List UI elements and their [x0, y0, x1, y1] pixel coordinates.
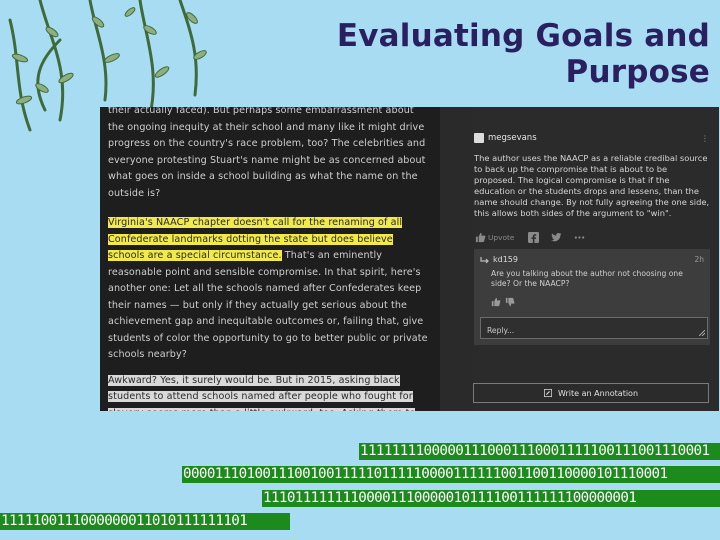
reply-card: kd159 2h Are you talking about the autho… [474, 248, 710, 346]
reply-input-box [480, 317, 708, 341]
upvote-label[interactable]: Upvote [488, 233, 514, 242]
annotation-menu[interactable]: ⋮ [701, 134, 709, 143]
facebook-icon[interactable] [528, 232, 540, 244]
write-annotation-button[interactable]: Write an Annotation [473, 383, 709, 403]
twitter-icon[interactable] [551, 232, 562, 243]
slide-title: Evaluating Goals and Purpose [336, 18, 710, 90]
binary-band: 1111100111000000011010111111101 [0, 513, 290, 530]
thumbs-up-icon[interactable] [491, 297, 501, 307]
gutter [440, 107, 473, 411]
article-paragraph: Virginia's NAACP chapter doesn't call fo… [108, 215, 432, 364]
annotation-username[interactable]: megsevans [488, 133, 537, 143]
annotation-actions: Upvote [475, 231, 711, 245]
binary-band: 1111111100000111000111000111110011100111… [359, 443, 720, 460]
article-panel: their actually faced). But perhaps some … [100, 107, 440, 411]
reply-text: Are you talking about the author not cho… [491, 268, 683, 288]
thumbs-down-icon[interactable] [505, 297, 515, 307]
reply-input[interactable] [481, 320, 707, 341]
annotation-text: The author uses the NAACP as a reliable … [474, 153, 710, 219]
pencil-icon [543, 389, 552, 397]
annotation-header: megsevans ⋮ [473, 129, 711, 147]
write-annotation-label: Write an Annotation [557, 388, 639, 398]
binary-band: 0000111010011100100111110111110000111111… [182, 466, 720, 483]
highlighted-annotation[interactable]: Awkward? Yes, it surely would be. But in… [108, 374, 416, 411]
annotation-sidebar: megsevans ⋮ The author uses the NAACP as… [473, 107, 719, 411]
reply-header: kd159 2h [480, 253, 710, 267]
resize-handle-icon[interactable] [699, 330, 705, 337]
reply-arrow-icon [480, 256, 489, 263]
more-icon[interactable] [574, 232, 585, 243]
reply-votes [491, 297, 710, 309]
thumbs-up-icon[interactable] [475, 232, 486, 243]
reply-timestamp: 2h [694, 255, 704, 265]
binary-band: 1110111111110000111000001011110011111110… [262, 490, 720, 507]
annotation-screenshot: their actually faced). But perhaps some … [100, 107, 719, 411]
article-paragraph: Awkward? Yes, it surely would be. But in… [108, 373, 432, 411]
article-paragraph: their actually faced). But perhaps some … [108, 107, 426, 199]
article-text: That's an eminently reasonable point and… [108, 250, 428, 360]
reply-username[interactable]: kd159 [493, 255, 518, 264]
avatar[interactable] [474, 133, 484, 143]
